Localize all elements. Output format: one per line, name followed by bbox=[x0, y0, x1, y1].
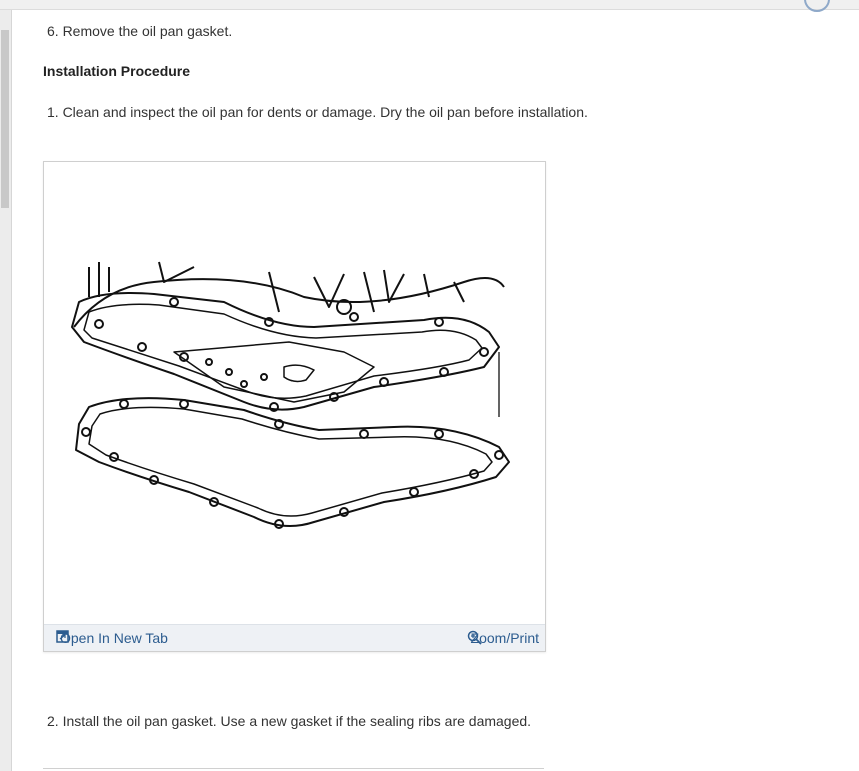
oil-pan-illustration bbox=[71, 261, 510, 529]
corner-circle-icon[interactable] bbox=[804, 0, 830, 12]
open-in-new-tab-link[interactable]: Open In New Tab bbox=[56, 630, 168, 646]
open-in-new-tab-label: Open In New Tab bbox=[60, 630, 168, 646]
installation-procedure-heading: Installation Procedure bbox=[43, 63, 191, 79]
step-clean-inspect: 1. Clean and inspect the oil pan for den… bbox=[47, 104, 588, 120]
oil-pan-figure: Open In New Tab Zoom/Print bbox=[43, 161, 546, 652]
divider bbox=[43, 768, 544, 769]
top-toolbar bbox=[0, 0, 859, 10]
scrollbar-thumb[interactable] bbox=[1, 30, 9, 208]
step-remove-gasket: 6. Remove the oil pan gasket. bbox=[47, 23, 233, 39]
step-install-gasket: 2. Install the oil pan gasket. Use a new… bbox=[47, 713, 532, 729]
zoom-print-link[interactable]: Zoom/Print bbox=[467, 630, 539, 646]
figure-footer: Open In New Tab Zoom/Print bbox=[44, 624, 545, 651]
left-scrollbar[interactable] bbox=[0, 10, 12, 771]
